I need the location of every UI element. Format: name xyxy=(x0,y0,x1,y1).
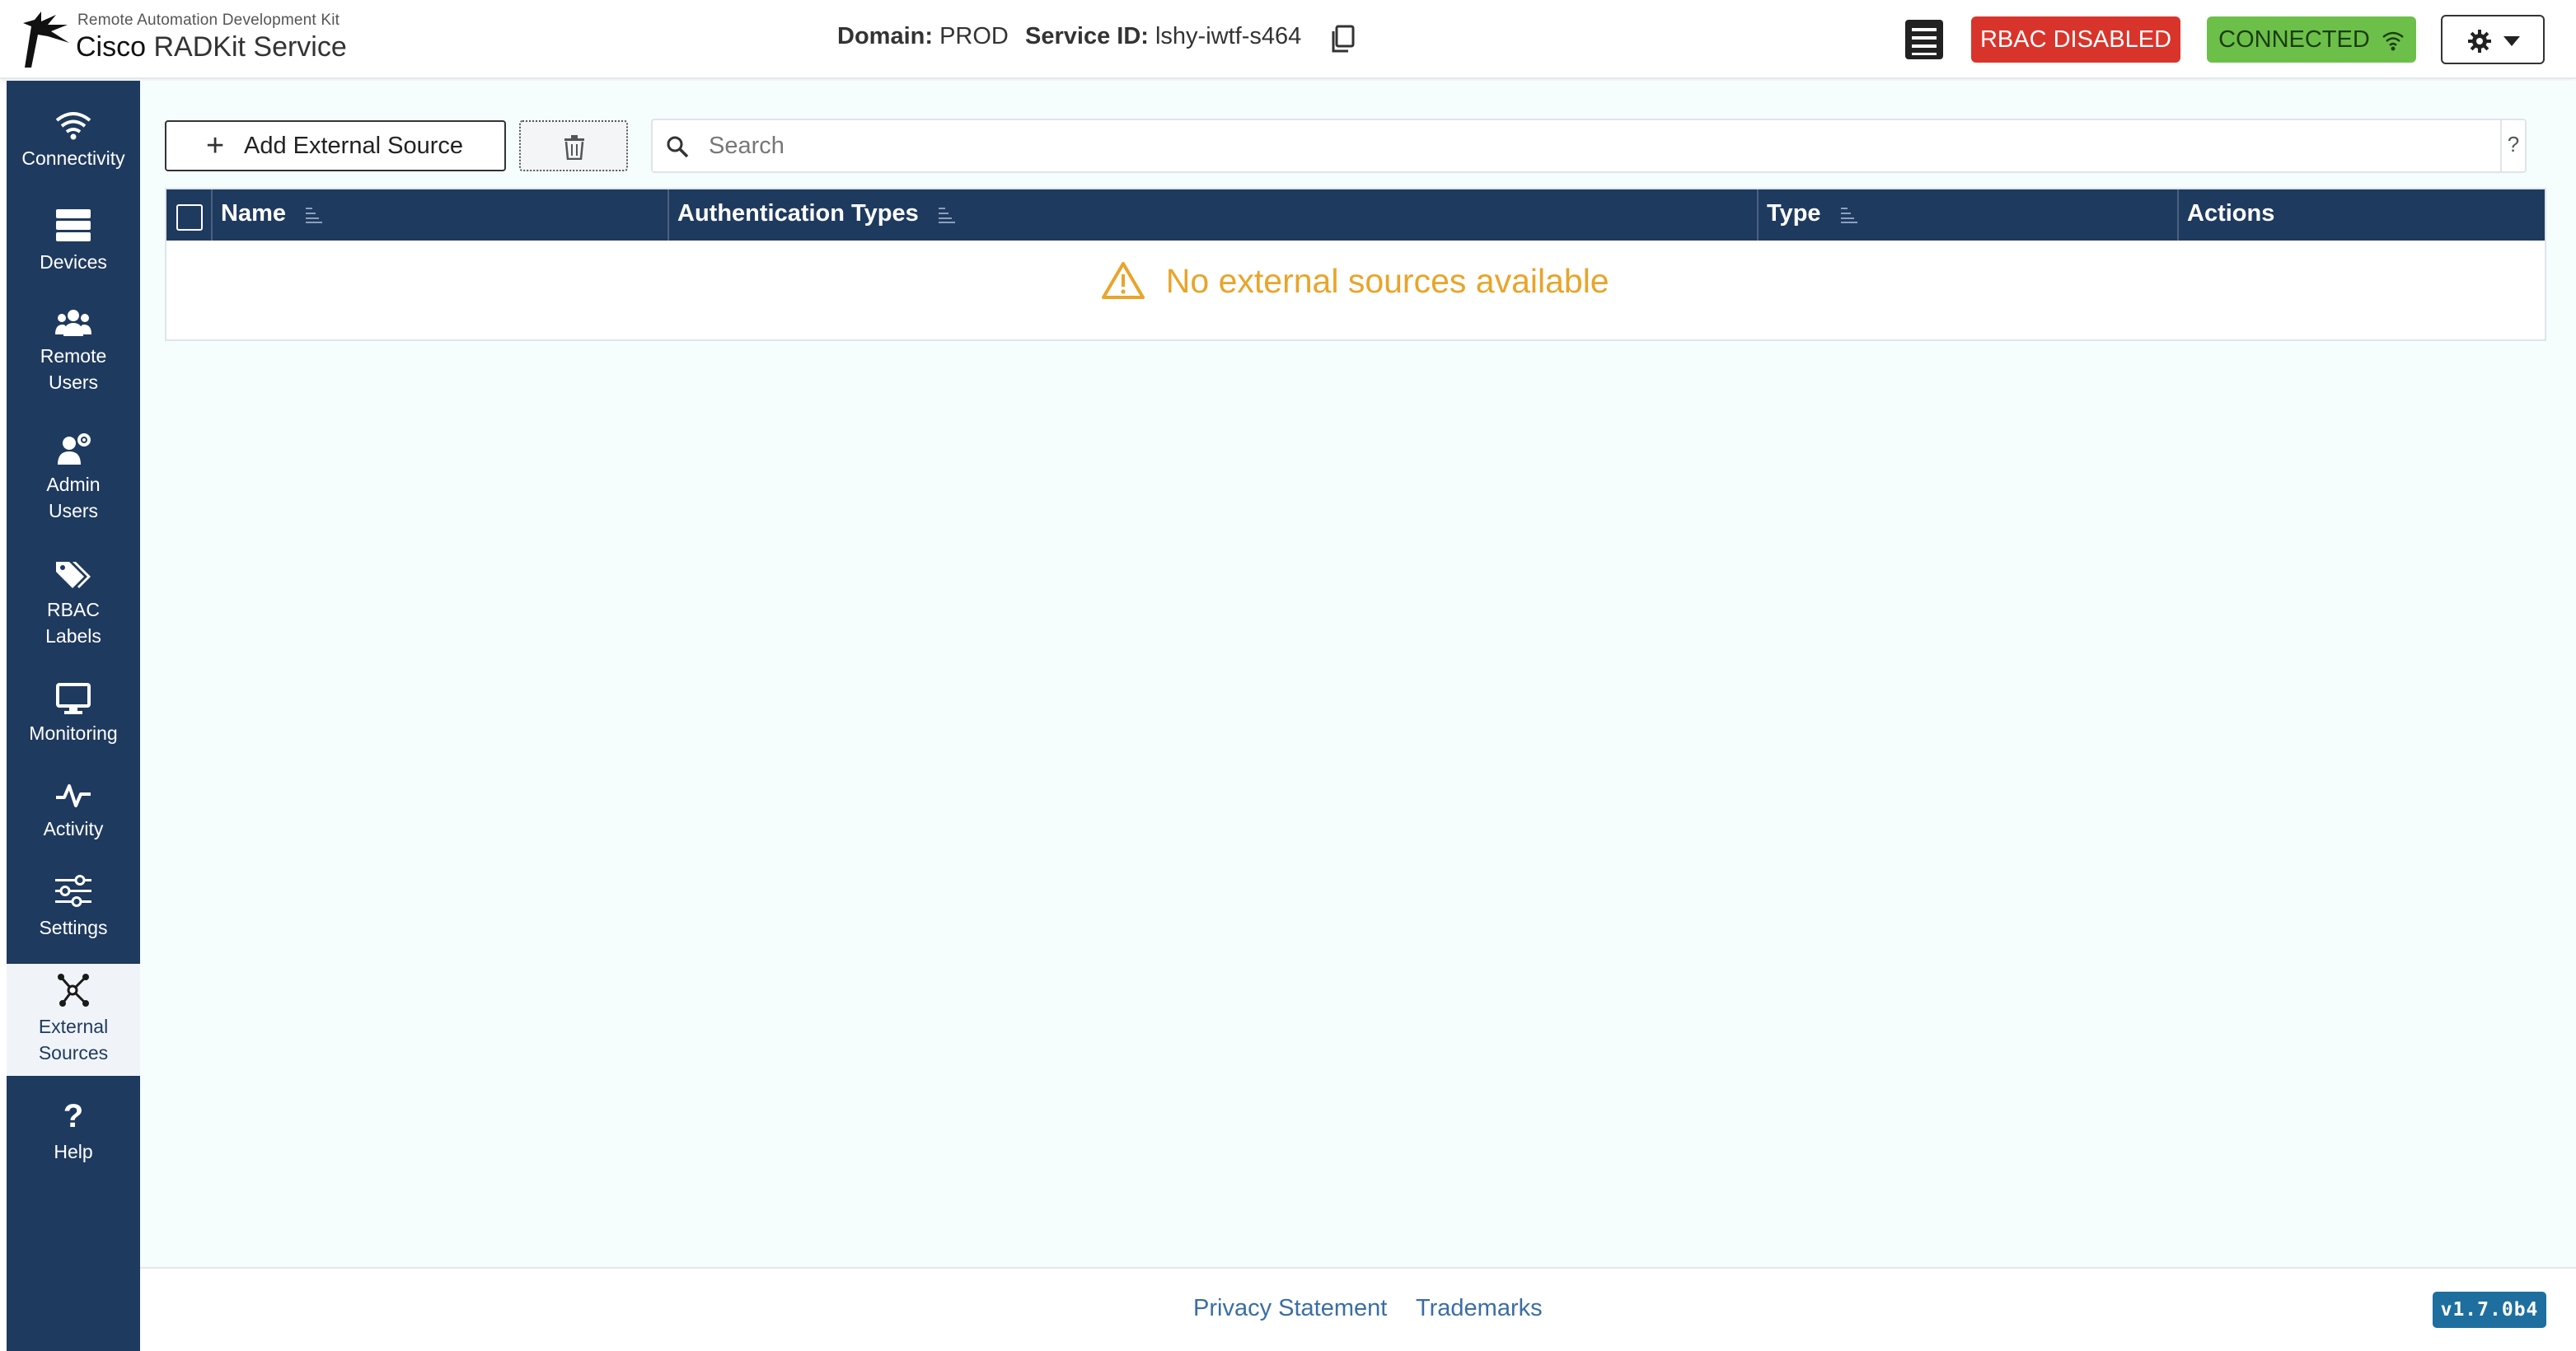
sidebar: Connectivity Devices Remote Users Admin … xyxy=(7,81,140,1351)
sidebar-item-label: Labels xyxy=(45,625,101,647)
sidebar-item-devices[interactable]: Devices xyxy=(7,208,140,275)
connection-status-badge[interactable]: CONNECTED xyxy=(2207,16,2416,63)
version-badge: v1.7.0b4 xyxy=(2433,1292,2546,1328)
add-external-source-button[interactable]: + Add External Source xyxy=(165,120,506,171)
sidebar-item-label: External xyxy=(38,1016,109,1037)
sidebar-item-remote-users[interactable]: Remote Users xyxy=(7,308,140,395)
brand-title-product: RADKit Service xyxy=(153,31,347,63)
sidebar-item-connectivity[interactable]: Connectivity xyxy=(7,110,140,171)
column-label: Name xyxy=(221,200,286,227)
sort-icon xyxy=(306,208,323,224)
table-header: Name Authentication Types Type Actions xyxy=(166,189,2545,241)
chevron-down-icon xyxy=(2503,36,2520,46)
sidebar-item-label: Help xyxy=(54,1141,93,1162)
sidebar-item-label: Users xyxy=(48,500,99,521)
network-icon xyxy=(58,974,89,1007)
sidebar-item-help[interactable]: ? Help xyxy=(7,1099,140,1165)
sidebar-item-label: Admin xyxy=(46,474,101,495)
delete-button[interactable] xyxy=(519,120,628,171)
monitor-icon xyxy=(56,683,91,714)
search-box: ? xyxy=(651,119,2527,173)
sidebar-item-external-sources[interactable]: External Sources xyxy=(7,964,140,1076)
server-icon xyxy=(56,209,91,241)
empty-state-message: No external sources available xyxy=(166,262,2545,301)
empty-state-text: No external sources available xyxy=(1165,262,1609,300)
column-header-authentication-types[interactable]: Authentication Types xyxy=(669,189,1759,241)
sort-icon xyxy=(938,208,955,224)
sidebar-item-label: Sources xyxy=(38,1042,109,1064)
admin-user-icon xyxy=(58,433,91,465)
sidebar-item-label: Devices xyxy=(40,251,107,273)
sidebar-item-monitoring[interactable]: Monitoring xyxy=(7,682,140,746)
service-id-label: Service ID: xyxy=(1025,23,1149,49)
search-help-button[interactable]: ? xyxy=(2500,120,2525,171)
warning-icon xyxy=(1102,262,1145,300)
column-header-name[interactable]: Name xyxy=(213,189,669,241)
column-label: Authentication Types xyxy=(677,200,919,227)
domain-info: Domain: PROD xyxy=(837,23,1009,50)
column-label: Type xyxy=(1767,200,1821,227)
sidebar-item-label: Remote xyxy=(40,345,107,367)
search-input[interactable] xyxy=(709,125,2472,166)
privacy-statement-link[interactable]: Privacy Statement xyxy=(1193,1295,1387,1322)
column-header-actions: Actions xyxy=(2179,189,2545,241)
sidebar-item-label: Users xyxy=(48,372,99,393)
rbac-status-badge[interactable]: RBAC DISABLED xyxy=(1971,16,2180,63)
brand-title-cisco: Cisco xyxy=(76,31,147,63)
domain-label: Domain: xyxy=(837,23,933,49)
radkit-logo-icon xyxy=(23,12,69,68)
sidebar-item-label: Connectivity xyxy=(21,147,125,169)
sidebar-item-activity[interactable]: Activity xyxy=(7,781,140,842)
app-header: Remote Automation Development Kit Cisco … xyxy=(0,0,2576,79)
sidebar-item-label: Monitoring xyxy=(29,722,118,744)
service-id-value: lshy-iwtf-s464 xyxy=(1155,23,1302,49)
add-external-source-label: Add External Source xyxy=(244,133,463,159)
brand-title: Cisco RADKit Service xyxy=(76,31,347,63)
rbac-status-text: RBAC DISABLED xyxy=(1979,26,2172,53)
domain-value: PROD xyxy=(939,23,1009,49)
sidebar-item-settings[interactable]: Settings xyxy=(7,873,140,941)
sidebar-item-rbac-labels[interactable]: RBAC Labels xyxy=(7,559,140,649)
wifi-icon xyxy=(2382,32,2404,51)
brand-subtitle: Remote Automation Development Kit xyxy=(77,12,340,29)
notes-list-icon[interactable] xyxy=(1904,18,1945,61)
copy-icon[interactable] xyxy=(1330,25,1355,53)
trash-icon xyxy=(564,135,584,160)
tags-icon xyxy=(56,562,91,588)
settings-dropdown-button[interactable] xyxy=(2441,15,2545,64)
sidebar-item-admin-users[interactable]: Admin Users xyxy=(7,433,140,524)
external-sources-table: Name Authentication Types Type Actions N… xyxy=(165,188,2546,341)
sidebar-item-label: RBAC xyxy=(47,599,100,620)
plus-icon: + xyxy=(206,129,225,163)
sort-icon xyxy=(1840,208,1857,224)
users-icon xyxy=(55,310,91,336)
select-all-cell xyxy=(166,189,213,241)
service-id-info: Service ID: lshy-iwtf-s464 xyxy=(1025,23,1301,50)
question-icon: ? xyxy=(63,1099,83,1134)
footer: Privacy Statement Trademarks v1.7.0b4 xyxy=(140,1267,2576,1351)
search-icon xyxy=(667,136,689,158)
main-content: + Add External Source ? Name xyxy=(140,81,2576,1267)
sidebar-item-label: Settings xyxy=(39,917,108,938)
svg-text:?: ? xyxy=(63,1099,83,1134)
gear-icon xyxy=(2468,30,2491,53)
sidebar-item-label: Activity xyxy=(43,818,104,839)
trademarks-link[interactable]: Trademarks xyxy=(1416,1295,1543,1322)
column-label: Actions xyxy=(2187,200,2275,227)
wifi-icon xyxy=(55,112,91,140)
pulse-icon xyxy=(56,784,91,807)
connection-status-text: CONNECTED xyxy=(2218,26,2370,53)
select-all-checkbox[interactable] xyxy=(176,204,203,231)
sliders-icon xyxy=(55,875,91,907)
column-header-type[interactable]: Type xyxy=(1759,189,2179,241)
